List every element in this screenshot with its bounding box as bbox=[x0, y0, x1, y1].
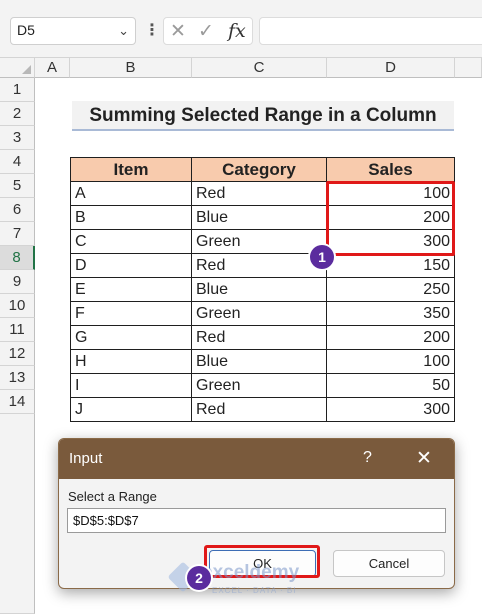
name-box-value: D5 bbox=[17, 22, 35, 38]
excel-window: D5 ⌄ ⋮ ✕ ✓ fx ABCD 1 2 3 4 5 6 7 8 9 10 11 12 13 14 S… bbox=[0, 0, 482, 614]
sales-cell[interactable]: 250 bbox=[326, 277, 455, 302]
row-header-4[interactable]: 4 bbox=[0, 150, 35, 174]
column-header-b[interactable]: B bbox=[70, 58, 192, 78]
range-prompt-label: Select a Range bbox=[68, 489, 157, 504]
row-header-3[interactable]: 3 bbox=[0, 126, 35, 150]
column-header-filler bbox=[455, 58, 482, 78]
table-row: E Blue 250 bbox=[70, 277, 455, 302]
help-icon[interactable]: ? bbox=[363, 449, 372, 467]
table-row: J Red 300 bbox=[70, 397, 455, 422]
table-row: I Green 50 bbox=[70, 373, 455, 398]
row-header-1[interactable]: 1 bbox=[0, 78, 35, 102]
select-all-corner[interactable] bbox=[0, 58, 35, 78]
close-icon[interactable]: ✕ bbox=[416, 447, 432, 470]
formula-bar: D5 ⌄ ⋮ ✕ ✓ fx bbox=[0, 0, 482, 58]
column-header-d[interactable]: D bbox=[327, 58, 455, 78]
sheet-title: Summing Selected Range in a Column bbox=[72, 101, 454, 131]
sales-cell[interactable]: 50 bbox=[326, 373, 455, 398]
name-box[interactable]: D5 ⌄ bbox=[10, 17, 136, 45]
chevron-down-icon[interactable]: ⌄ bbox=[118, 23, 129, 39]
category-cell[interactable]: Red bbox=[191, 397, 327, 422]
row-header-filler bbox=[0, 414, 35, 614]
step-1-badge: 1 bbox=[310, 245, 334, 269]
category-cell[interactable]: Blue bbox=[191, 349, 327, 374]
item-cell[interactable]: H bbox=[70, 349, 192, 374]
cancel-button[interactable]: Cancel bbox=[333, 550, 445, 577]
check-icon[interactable]: ✓ bbox=[198, 20, 214, 43]
range-input[interactable] bbox=[67, 508, 446, 533]
more-options-icon[interactable]: ⋮ bbox=[144, 20, 160, 40]
sales-cell[interactable]: 350 bbox=[326, 301, 455, 326]
dialog-title: Input bbox=[69, 450, 103, 467]
item-cell[interactable]: E bbox=[70, 277, 192, 302]
category-cell[interactable]: Red bbox=[191, 253, 327, 278]
table-row: F Green 350 bbox=[70, 301, 455, 326]
category-cell[interactable]: Red bbox=[191, 325, 327, 350]
header-sales[interactable]: Sales bbox=[326, 157, 455, 182]
row-header-14[interactable]: 14 bbox=[0, 390, 35, 414]
watermark-tagline: EXCEL · DATA · BI bbox=[212, 586, 297, 595]
table-row: G Red 200 bbox=[70, 325, 455, 350]
item-cell[interactable]: B bbox=[70, 205, 192, 230]
insert-function-icon[interactable]: fx bbox=[228, 20, 246, 42]
cancel-icon[interactable]: ✕ bbox=[170, 20, 186, 43]
sales-cell[interactable]: 100 bbox=[326, 349, 455, 374]
item-cell[interactable]: I bbox=[70, 373, 192, 398]
row-header-5[interactable]: 5 bbox=[0, 174, 35, 198]
item-cell[interactable]: D bbox=[70, 253, 192, 278]
selected-range-highlight bbox=[326, 181, 455, 256]
category-cell[interactable]: Blue bbox=[191, 205, 327, 230]
row-header-10[interactable]: 10 bbox=[0, 294, 35, 318]
category-cell[interactable]: Red bbox=[191, 181, 327, 206]
table-row: D Red 150 bbox=[70, 253, 455, 278]
item-cell[interactable]: F bbox=[70, 301, 192, 326]
column-header-a[interactable]: A bbox=[35, 58, 70, 78]
formula-controls: ✕ ✓ fx bbox=[163, 17, 253, 45]
sales-cell[interactable]: 200 bbox=[326, 325, 455, 350]
row-header-11[interactable]: 11 bbox=[0, 318, 35, 342]
dialog-title-bar[interactable]: Input ? ✕ bbox=[59, 439, 454, 479]
row-header-2[interactable]: 2 bbox=[0, 102, 35, 126]
row-header-6[interactable]: 6 bbox=[0, 198, 35, 222]
row-header-8[interactable]: 8 bbox=[0, 246, 35, 270]
item-cell[interactable]: J bbox=[70, 397, 192, 422]
header-item[interactable]: Item bbox=[70, 157, 192, 182]
item-cell[interactable]: G bbox=[70, 325, 192, 350]
formula-input[interactable] bbox=[259, 17, 482, 45]
sales-cell[interactable]: 300 bbox=[326, 397, 455, 422]
category-cell[interactable]: Blue bbox=[191, 277, 327, 302]
category-cell[interactable]: Green bbox=[191, 301, 327, 326]
row-header-7[interactable]: 7 bbox=[0, 222, 35, 246]
table-row: H Blue 100 bbox=[70, 349, 455, 374]
sales-cell[interactable]: 150 bbox=[326, 253, 455, 278]
item-cell[interactable]: C bbox=[70, 229, 192, 254]
header-category[interactable]: Category bbox=[191, 157, 327, 182]
row-header-9[interactable]: 9 bbox=[0, 270, 35, 294]
step-2-badge: 2 bbox=[187, 566, 211, 590]
row-header-12[interactable]: 12 bbox=[0, 342, 35, 366]
item-cell[interactable]: A bbox=[70, 181, 192, 206]
category-cell[interactable]: Green bbox=[191, 229, 327, 254]
category-cell[interactable]: Green bbox=[191, 373, 327, 398]
row-header-13[interactable]: 13 bbox=[0, 366, 35, 390]
watermark-name: exceldemy bbox=[202, 562, 300, 583]
column-header-c[interactable]: C bbox=[192, 58, 327, 78]
